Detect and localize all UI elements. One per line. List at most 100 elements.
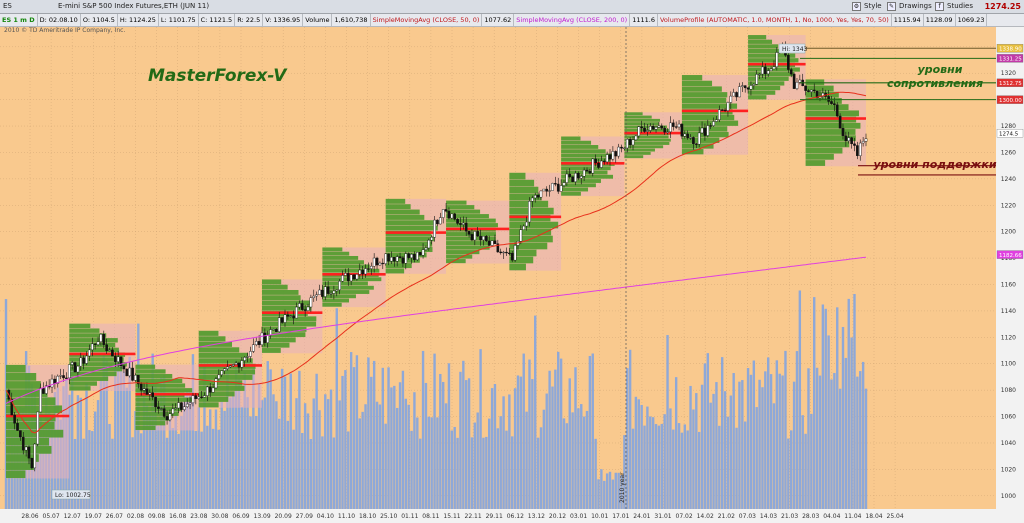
- sma50-study-label[interactable]: SimpleMovingAvg (CLOSE, 50, 0): [371, 14, 483, 26]
- candle-body: [321, 289, 324, 297]
- profile-row: [198, 385, 245, 391]
- profile-row: [561, 145, 599, 149]
- profile-row: [446, 223, 498, 228]
- volume-bar: [260, 400, 264, 509]
- timeframe-label[interactable]: ES 1 m D: [0, 14, 38, 26]
- candle-body: [177, 402, 180, 409]
- candle-body: [249, 351, 252, 357]
- volume-bar: [361, 411, 364, 509]
- price-tick: 1100: [1001, 361, 1016, 368]
- profile-row: [261, 289, 299, 295]
- candle-body: [142, 388, 146, 391]
- volume-bar: [752, 360, 756, 509]
- date-tick: 04.10: [317, 513, 334, 520]
- profile-row: [69, 371, 117, 377]
- profile-row: [261, 279, 282, 285]
- candle-body: [551, 183, 554, 191]
- drawings-icon[interactable]: ✎: [887, 2, 896, 11]
- candle-body: [844, 135, 848, 142]
- candle-body: [510, 253, 514, 261]
- candle-body: [643, 127, 646, 132]
- volume-bar: [700, 384, 704, 509]
- volume-bar: [712, 393, 715, 509]
- candle-body: [648, 126, 652, 131]
- style-menu[interactable]: Style: [862, 1, 884, 12]
- volume-bar: [229, 397, 232, 509]
- candle-body: [349, 274, 353, 282]
- volume-bar: [410, 430, 413, 509]
- profile-row: [135, 402, 181, 407]
- candle-body: [73, 362, 77, 373]
- candle-body: [787, 55, 790, 70]
- candle-body: [335, 289, 339, 292]
- drawings-menu[interactable]: Drawings: [897, 1, 934, 12]
- candle-body: [671, 122, 675, 127]
- candle-body: [660, 125, 664, 129]
- volume-bar: [355, 355, 359, 509]
- date-tick: 06.09: [232, 513, 249, 520]
- candle-body: [453, 213, 456, 220]
- volume-bar: [729, 395, 733, 509]
- volume-bar: [640, 404, 643, 509]
- candle-body: [289, 315, 293, 317]
- studies-icon[interactable]: f: [935, 2, 944, 11]
- date-tick: 06.12: [507, 513, 524, 520]
- profile-row: [624, 155, 644, 159]
- volume-bar: [536, 437, 540, 509]
- price-chart[interactable]: 1000102010401060108011001120114011601180…: [0, 27, 1024, 523]
- candle-body: [545, 188, 549, 192]
- candle-body: [666, 131, 669, 133]
- volume-bar: [571, 412, 574, 509]
- date-tick: 26.07: [106, 513, 123, 520]
- candle-body: [165, 416, 169, 421]
- profile-row: [385, 198, 406, 204]
- volume-profile-study-label[interactable]: VolumeProfile (AUTOMATIC, 1.0, MONTH, 1,…: [658, 14, 892, 26]
- volume-bar: [131, 437, 134, 509]
- candle-body: [490, 240, 494, 246]
- volume-bar: [240, 406, 244, 509]
- studies-menu[interactable]: Studies: [945, 1, 975, 12]
- candle-body: [568, 173, 572, 177]
- volume-bar: [669, 408, 672, 509]
- price-tag-text: 1338.90: [999, 46, 1022, 52]
- date-tick: 11.04: [844, 513, 861, 520]
- date-tick: 31.01: [654, 513, 671, 520]
- profile-row: [748, 58, 799, 63]
- volume-study-label[interactable]: Volume: [303, 14, 333, 26]
- profile-row: [322, 255, 359, 260]
- volume-bar: [654, 424, 658, 509]
- candle-body: [620, 146, 623, 149]
- candle-body: [323, 286, 327, 297]
- copyright-notice: 2010 © TD Ameritrade IP Company, Inc.: [4, 27, 126, 34]
- candle-body: [128, 367, 131, 377]
- profile-row: [748, 35, 767, 40]
- profile-row: [509, 193, 542, 201]
- symbol-box[interactable]: ES: [3, 0, 33, 13]
- candle-body: [203, 395, 206, 398]
- chart-settings-icon[interactable]: ⚙: [852, 2, 861, 11]
- volume-bar: [272, 394, 275, 509]
- date-tick: 28.06: [21, 513, 38, 520]
- volume-bar: [663, 414, 666, 509]
- candle-body: [277, 317, 281, 332]
- profile-row: [322, 260, 364, 265]
- volume-bar: [562, 418, 566, 509]
- candle-body: [214, 378, 218, 389]
- candle-body: [384, 253, 387, 264]
- candle-body: [669, 122, 672, 133]
- candle-body: [272, 329, 275, 331]
- candle-body: [404, 253, 408, 264]
- candle-body: [217, 374, 221, 379]
- volume-bar: [338, 400, 341, 509]
- sma200-study-label[interactable]: SimpleMovingAvg (CLOSE, 200, 0): [514, 14, 631, 26]
- candle-body: [743, 85, 747, 89]
- candle-body: [789, 69, 793, 75]
- candle-body: [608, 154, 612, 160]
- date-tick: 03.01: [570, 513, 587, 520]
- candle-body: [398, 256, 402, 258]
- candle-body: [697, 132, 701, 145]
- volume-bar: [96, 400, 100, 509]
- candle-body: [758, 73, 761, 76]
- date-tick: 24.01: [633, 513, 650, 520]
- profile-row: [624, 115, 652, 119]
